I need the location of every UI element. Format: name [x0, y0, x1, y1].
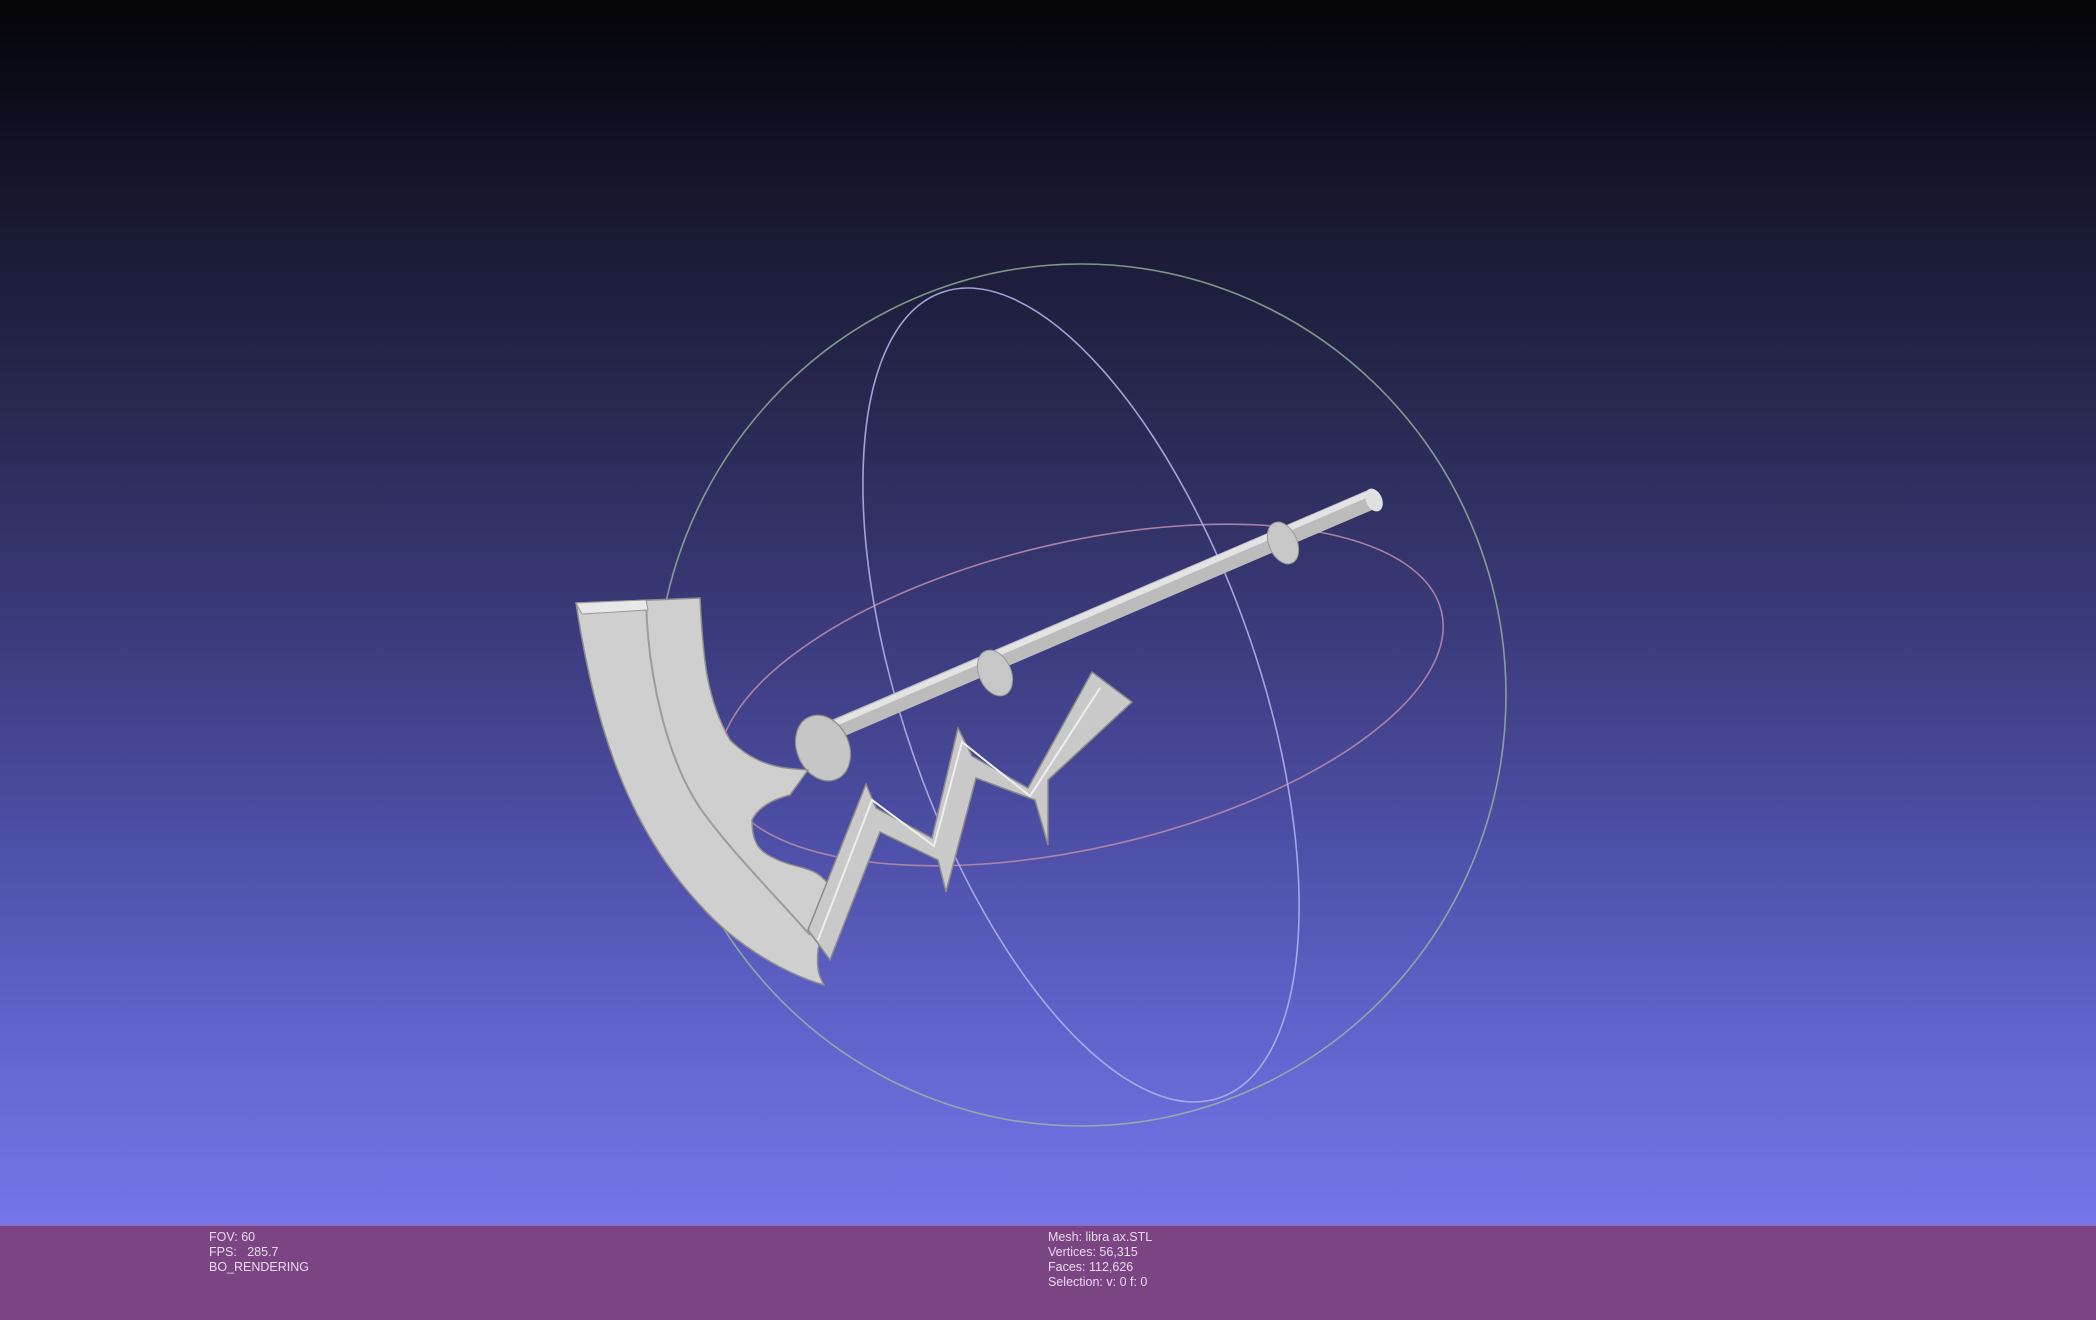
vertices-readout: Vertices: 56,315: [1048, 1245, 1152, 1260]
selection-label: Selection:: [1048, 1275, 1103, 1289]
mesh-name: libra ax.STL: [1085, 1230, 1153, 1244]
render-stats: FOV: 60 FPS: 285.7 BO_RENDERING: [209, 1230, 309, 1275]
curved-blade: [575, 597, 833, 987]
mesh-label: Mesh:: [1048, 1230, 1083, 1244]
faces-label: Faces:: [1048, 1260, 1086, 1274]
selection-readout: Selection: v: 0 f: 0: [1048, 1275, 1152, 1290]
scene-canvas[interactable]: [0, 0, 2096, 1225]
vertices-value: 56,315: [1099, 1245, 1138, 1259]
3d-viewport[interactable]: [0, 0, 2096, 1225]
fov-readout: FOV: 60: [209, 1230, 309, 1245]
mesh-stats: Mesh: libra ax.STL Vertices: 56,315 Face…: [1048, 1230, 1152, 1290]
fps-value: 285.7: [247, 1245, 279, 1259]
fov-label: FOV:: [209, 1230, 238, 1244]
axe-mesh[interactable]: [575, 486, 1386, 987]
render-mode: BO_RENDERING: [209, 1260, 310, 1274]
selection-value: v: 0 f: 0: [1106, 1275, 1148, 1289]
mesh-readout: Mesh: libra ax.STL: [1048, 1230, 1152, 1245]
fov-value: 60: [241, 1230, 256, 1244]
faces-value: 112,626: [1089, 1260, 1134, 1274]
info-status-bar: FOV: 60 FPS: 285.7 BO_RENDERING Mesh: li…: [0, 1225, 2096, 1320]
faces-readout: Faces: 112,626: [1048, 1260, 1152, 1275]
fps-readout: FPS: 285.7: [209, 1245, 309, 1260]
fps-label: FPS:: [209, 1245, 237, 1259]
vertices-label: Vertices:: [1048, 1245, 1096, 1259]
